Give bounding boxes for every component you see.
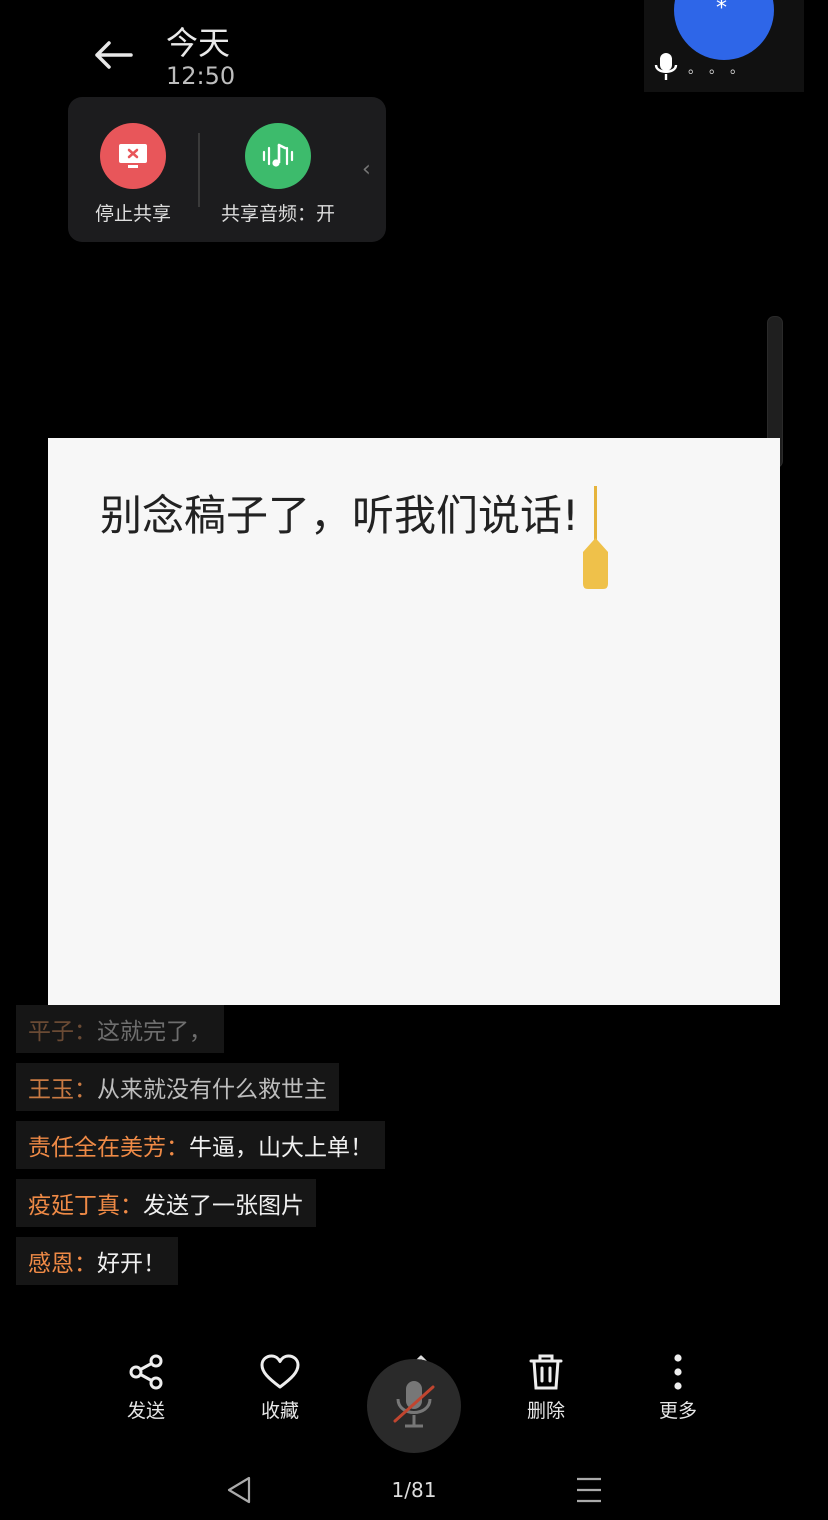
share-audio-toggle[interactable]: 共享音频：开: [216, 123, 340, 226]
chat-message: 王玉：从来就没有什么救世主: [16, 1063, 339, 1111]
back-button[interactable]: [88, 32, 138, 78]
chat-message: 平子：这就完了，: [16, 1005, 224, 1053]
favorite-button[interactable]: 收藏: [240, 1352, 320, 1423]
chat-message: 责任全在美芳：牛逼，山大上单！: [16, 1121, 385, 1169]
shared-screen: 别念稿子了，听我们说话!: [48, 438, 780, 1005]
more-vertical-icon: [638, 1352, 718, 1392]
chat-text: 牛逼，山大上单！: [189, 1135, 373, 1161]
header-time: 12:50: [166, 62, 236, 90]
music-wave-icon: [245, 123, 311, 189]
more-label: 更多: [658, 1400, 697, 1422]
chat-text: 这就完了，: [97, 1019, 212, 1045]
chat-text: 好开！: [97, 1251, 166, 1277]
more-button[interactable]: 更多: [638, 1352, 718, 1423]
divider: [198, 133, 200, 207]
share-panel: 停止共享 共享音频：开 ‹: [68, 97, 386, 242]
share-audio-label: 共享音频：开: [220, 203, 335, 225]
page-indicator: 1/81: [391, 1478, 437, 1502]
text-cursor-handle-icon[interactable]: [582, 486, 612, 590]
mute-microphone-button[interactable]: [367, 1359, 461, 1453]
arrow-left-icon: [95, 41, 133, 69]
stop-share-icon: [100, 123, 166, 189]
chat-message: 疫延丁真：发送了一张图片: [16, 1179, 316, 1227]
favorite-label: 收藏: [260, 1400, 299, 1422]
collapse-chevron-icon[interactable]: ‹: [362, 157, 371, 182]
header-title: 今天: [166, 24, 231, 62]
chat-sender: 责任全在美芳: [28, 1135, 166, 1161]
chat-text: 发送了一张图片: [143, 1193, 304, 1219]
stop-share-button[interactable]: 停止共享: [90, 123, 176, 226]
microphone-off-icon: [393, 1381, 435, 1428]
send-label: 发送: [126, 1400, 165, 1422]
shared-screen-text: 别念稿子了，听我们说话!: [100, 491, 579, 540]
voice-indicator-dots: 。。。: [688, 61, 758, 77]
widget-star: *: [716, 0, 727, 21]
share-icon: [106, 1352, 186, 1392]
send-button[interactable]: 发送: [106, 1352, 186, 1423]
chat-sender: 平子: [28, 1019, 74, 1045]
delete-label: 删除: [526, 1400, 565, 1422]
nav-menu-icon[interactable]: [576, 1476, 602, 1508]
heart-icon: [240, 1352, 320, 1392]
chat-sender: 疫延丁真: [28, 1193, 120, 1219]
microphone-icon: [654, 52, 678, 86]
chat-text: 从来就没有什么救世主: [97, 1077, 327, 1103]
chat-sender: 感恩: [28, 1251, 74, 1277]
stop-share-label: 停止共享: [94, 203, 171, 225]
chat-sender: 王玉: [28, 1077, 74, 1103]
delete-button[interactable]: 删除: [506, 1352, 586, 1423]
chat-message: 感恩：好开！: [16, 1237, 178, 1285]
trash-icon: [506, 1352, 586, 1392]
